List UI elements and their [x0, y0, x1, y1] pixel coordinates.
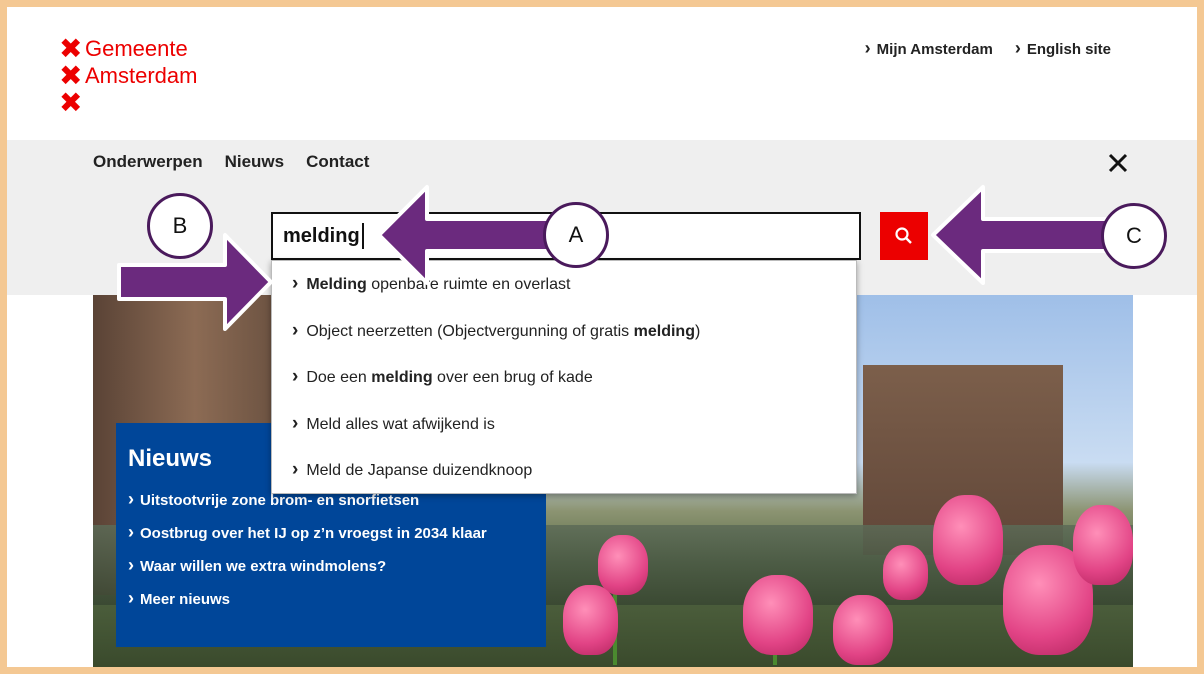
- annotation-arrows: [117, 185, 1109, 331]
- annotation-badge-a: A: [543, 202, 609, 268]
- annotation-arrow-a: [377, 185, 557, 285]
- annotation-badge-c: C: [1101, 203, 1167, 269]
- annotation-badge-b: B: [147, 193, 213, 259]
- page-frame: ✖Gemeente ✖Amsterdam ✖ Mijn Amsterdam En…: [7, 7, 1197, 667]
- annotation-arrow-c: [931, 185, 1109, 285]
